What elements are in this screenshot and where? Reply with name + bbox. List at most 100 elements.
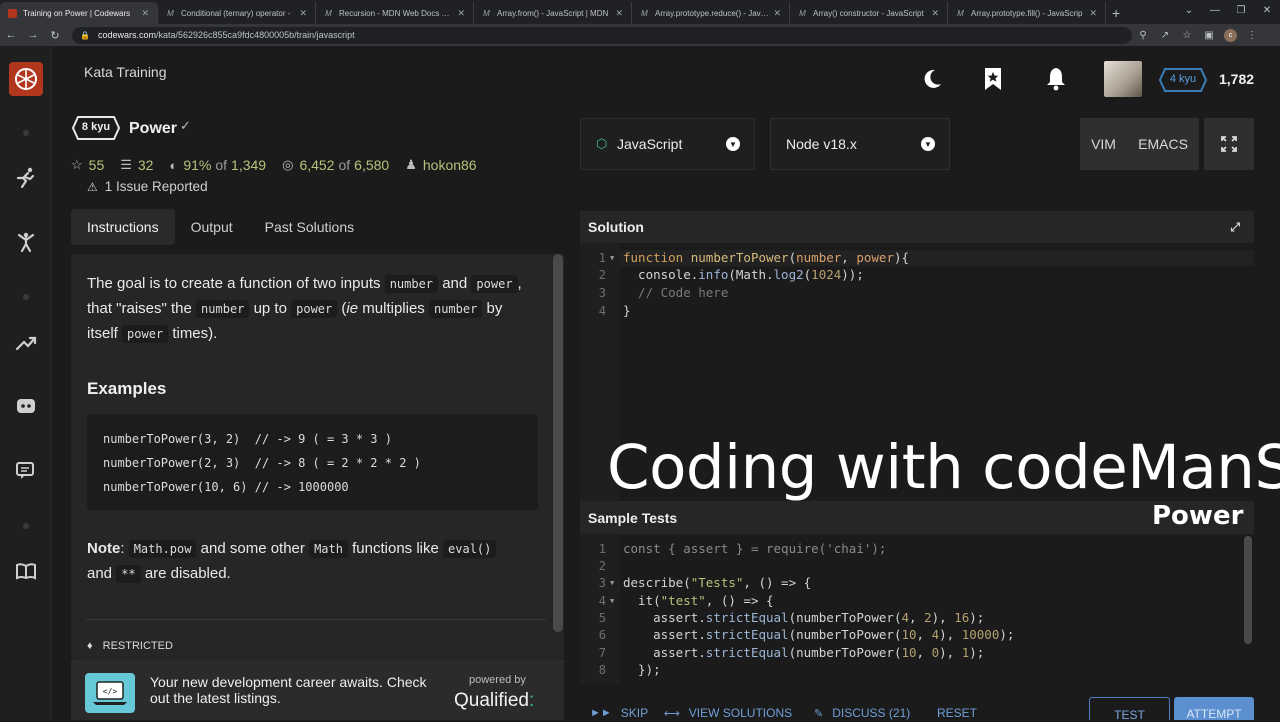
tests-scrollbar[interactable]	[1244, 536, 1252, 644]
completed-stat: ◎ 6,452 of 6,580	[282, 157, 389, 173]
description-line-3: itself power times).	[87, 321, 217, 347]
user-avatar[interactable]	[1104, 61, 1142, 97]
sidebar-panel-icon[interactable]: ▣	[1198, 30, 1220, 41]
back-icon[interactable]: ←	[0, 29, 22, 41]
line-number: 2	[598, 268, 606, 282]
training-icon[interactable]	[14, 166, 38, 190]
tab-close-icon[interactable]: ✕	[299, 8, 307, 19]
issues-link[interactable]: ⚠ 1 Issue Reported	[87, 179, 208, 194]
gauge-icon: ◐	[169, 157, 178, 173]
tab-close-icon[interactable]: ✕	[615, 8, 623, 19]
url-field[interactable]: 🔒 codewars.com/kata/562926c855ca9fdc4800…	[72, 26, 1132, 44]
browser-tab[interactable]: M Array.prototype.fill() - JavaScrip ✕	[948, 2, 1106, 24]
bookmark-star-icon[interactable]: ☆	[1176, 30, 1198, 41]
target-icon: ◎	[282, 157, 294, 172]
language-select[interactable]: ⬡ JavaScript ▼	[580, 118, 755, 170]
tab-past-solutions[interactable]: Past Solutions	[249, 209, 371, 245]
url-path: /kata/562926c855ca9fdc4800005b/train/jav…	[156, 30, 355, 40]
skip-button[interactable]: ►► SKIP	[590, 706, 648, 720]
author-name[interactable]: hokon86	[423, 157, 477, 173]
tab-close-icon[interactable]: ✕	[141, 8, 149, 19]
description-line-1: The goal is to create a function of two …	[87, 271, 522, 297]
token: 16	[954, 610, 970, 625]
divider	[86, 619, 546, 620]
instructions-scrollbar[interactable]	[553, 254, 563, 632]
dark-mode-moon-icon[interactable]	[919, 66, 945, 92]
inline-code: power	[291, 300, 338, 318]
expand-icon[interactable]: ⤢	[1230, 220, 1240, 235]
collections-stat[interactable]: ☰ 32	[120, 157, 153, 173]
tab-close-icon[interactable]: ✕	[1089, 8, 1097, 19]
browser-tab[interactable]: M Recursion - MDN Web Docs Glo ✕	[316, 2, 474, 24]
emacs-mode-button[interactable]: EMACS	[1138, 136, 1188, 152]
browser-tab[interactable]: M Array.from() - JavaScript | MDN ✕	[474, 2, 632, 24]
view-solutions-button[interactable]: ⟷ VIEW SOLUTIONS	[664, 706, 792, 720]
tag-row: ♦ RESTRICTED	[87, 640, 173, 652]
kata-title: Power	[129, 120, 178, 137]
fullscreen-icon[interactable]	[1204, 118, 1254, 170]
tests-editor[interactable]: 1 2 3 ▼ 4 ▼ 5 6 7 8 const { assert } = require('c…	[580, 534, 1254, 684]
token: ,	[916, 645, 932, 660]
tag-restricted[interactable]: RESTRICTED	[103, 640, 173, 652]
stars-stat[interactable]: ☆ 55	[71, 157, 104, 173]
rank-label: 4 kyu	[1169, 73, 1197, 85]
token: );	[999, 627, 1015, 642]
runtime-select[interactable]: Node v18.x ▼	[770, 118, 950, 170]
line-number: 2	[598, 559, 606, 573]
example-line: numberToPower(2, 3) // -> 8 ( = 2 * 2 * …	[103, 456, 421, 470]
forward-icon[interactable]: →	[22, 29, 44, 41]
reset-button[interactable]: RESET	[937, 706, 977, 720]
browser-tab[interactable]: Training on Power | Codewars ✕	[0, 2, 158, 24]
fold-arrow-icon[interactable]: ▼	[610, 597, 614, 605]
tab-close-icon[interactable]: ✕	[457, 8, 465, 19]
token: 10000	[961, 627, 1000, 642]
practice-icon[interactable]	[14, 230, 38, 254]
ad-banner[interactable]: </> Your new development career awaits. …	[71, 660, 564, 720]
token: 10	[901, 627, 917, 642]
new-tab-button[interactable]: +	[1112, 2, 1120, 24]
tab-output[interactable]: Output	[175, 209, 249, 245]
vim-mode-button[interactable]: VIM	[1091, 136, 1116, 152]
chat-icon[interactable]	[14, 459, 38, 483]
tab-favicon-icon: M	[483, 8, 490, 18]
brand-dot: :	[529, 690, 535, 711]
more-menu-icon[interactable]: ⋮	[1241, 30, 1263, 41]
chevron-down-icon[interactable]: ⌄	[1176, 0, 1202, 22]
fold-arrow-icon[interactable]: ▼	[610, 579, 614, 587]
token: (numberToPower(	[788, 627, 902, 642]
inline-code: Math	[309, 540, 348, 558]
browser-tab[interactable]: M Array.prototype.reduce() - JavaS ✕	[632, 2, 790, 24]
token: assert.	[623, 645, 706, 660]
search-icon[interactable]: ⚲	[1132, 30, 1154, 41]
tab-close-icon[interactable]: ✕	[931, 8, 939, 19]
bookmark-icon[interactable]	[980, 66, 1006, 92]
share-icon[interactable]: ↗	[1154, 30, 1176, 41]
line-number: 4	[598, 304, 606, 318]
profile-avatar[interactable]: c	[1224, 28, 1237, 42]
kyu-badge: 8 kyu	[72, 116, 120, 140]
editor-gutter	[580, 534, 620, 684]
fold-arrow-icon[interactable]: ▼	[610, 254, 614, 262]
minimize-icon[interactable]: —	[1202, 0, 1228, 22]
docs-book-icon[interactable]	[14, 559, 38, 583]
discord-icon[interactable]	[14, 394, 38, 418]
tab-instructions[interactable]: Instructions	[71, 209, 175, 245]
browser-tab[interactable]: M Array() constructor - JavaScript ✕	[790, 2, 948, 24]
reload-icon[interactable]: ↻	[44, 29, 66, 42]
codewars-logo[interactable]	[9, 62, 43, 96]
left-sidebar	[0, 46, 52, 720]
attempt-button[interactable]: ATTEMPT	[1174, 697, 1254, 721]
discuss-button[interactable]: ✎ DISCUSS (21)	[814, 706, 910, 720]
close-icon[interactable]: ✕	[1254, 0, 1280, 22]
sample-tests-title: Sample Tests	[588, 509, 678, 526]
test-button[interactable]: TEST	[1089, 697, 1170, 722]
token: (numberToPower(	[788, 610, 902, 625]
restore-icon[interactable]: ❐	[1228, 0, 1254, 22]
notifications-bell-icon[interactable]	[1043, 66, 1069, 92]
leaderboard-trend-icon[interactable]	[14, 331, 38, 355]
browser-tab[interactable]: M Conditional (ternary) operator - ✕	[158, 2, 316, 24]
text: functions like	[352, 540, 439, 557]
tab-close-icon[interactable]: ✕	[773, 8, 781, 19]
star-icon: ☆	[71, 157, 83, 172]
author-stat[interactable]: ♟ hokon86	[405, 157, 476, 173]
